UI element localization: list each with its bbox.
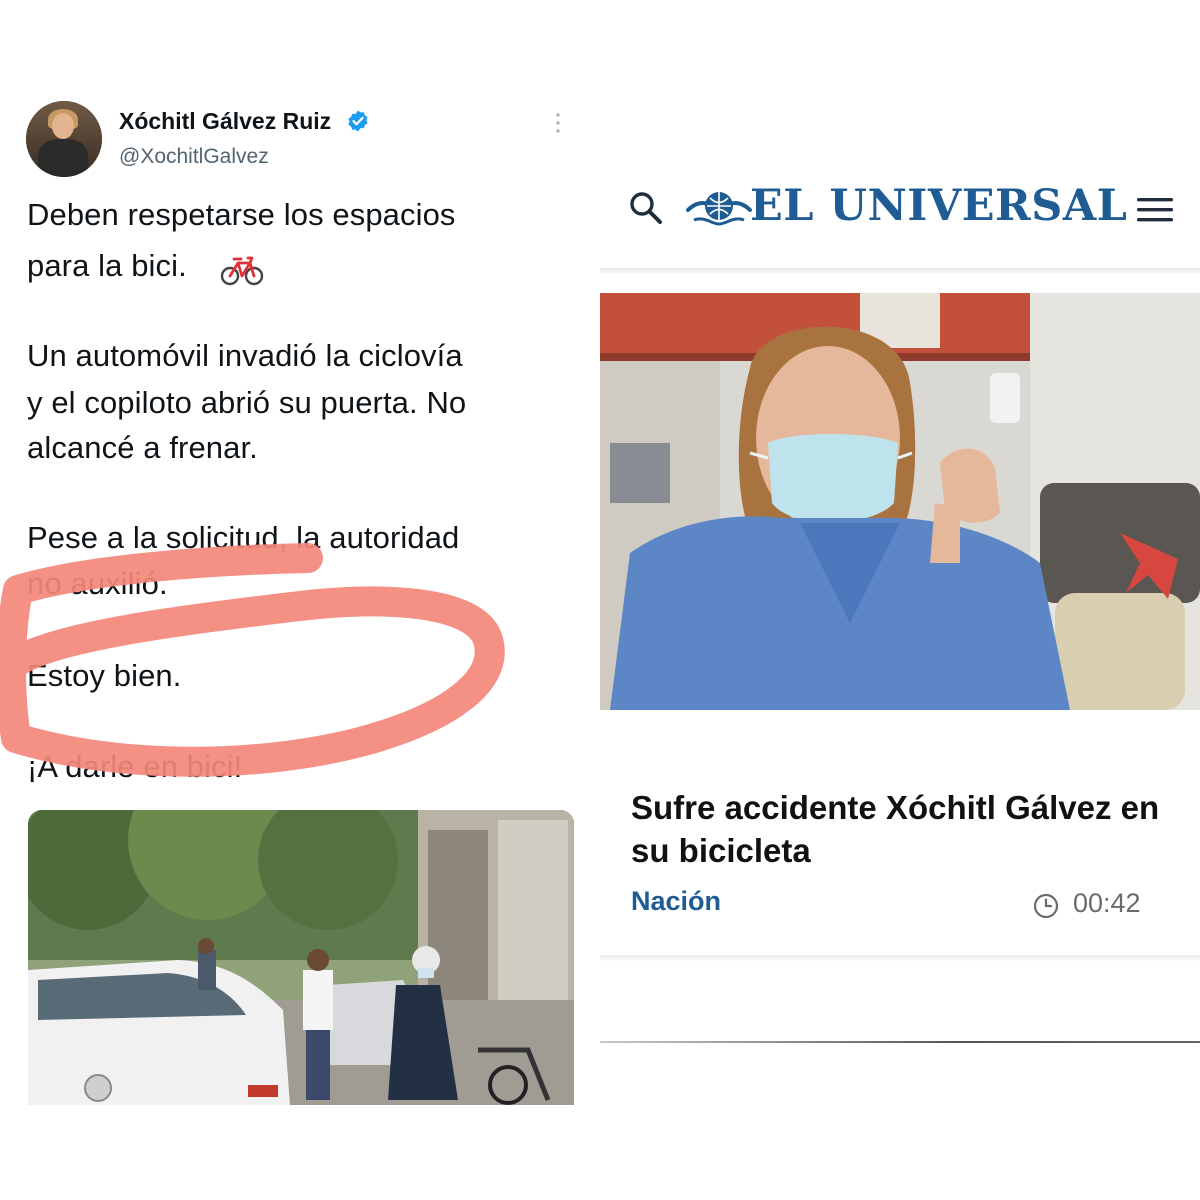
hospital-scene-image xyxy=(600,293,1200,710)
avatar[interactable] xyxy=(26,101,102,177)
more-options-icon[interactable] xyxy=(554,112,562,134)
header-divider xyxy=(600,268,1200,273)
card-divider xyxy=(600,955,1200,961)
tweet-card: Xóchitl Gálvez Ruiz @XochitlGalvez Deben… xyxy=(0,0,600,1200)
tweet-text-line: Deben respetarse los espacios xyxy=(27,197,456,232)
article-headline[interactable]: Sufre accidente Xóchitl Gálvez en su bic… xyxy=(631,786,1191,872)
tweet-text-line: Estoy bien. xyxy=(27,658,182,693)
hamburger-menu-icon[interactable] xyxy=(1137,196,1173,224)
article-photo[interactable] xyxy=(600,293,1200,710)
tweet-text-line: no auxilió. xyxy=(27,566,168,601)
brand-logo-text[interactable]: EL UNIVERSAL xyxy=(750,181,1127,231)
user-handle[interactable]: @XochitlGalvez xyxy=(119,145,269,169)
clock-icon xyxy=(1033,893,1059,919)
bicycle-icon xyxy=(220,256,264,286)
section-link[interactable]: Nación xyxy=(631,886,721,917)
news-article-card: EL UNIVERSAL Sufre accidente Xóchitl Gál… xyxy=(600,0,1200,1200)
tweet-text-line: Un automóvil invadió la ciclovía xyxy=(27,338,463,373)
tweet-text-line: para la bici. xyxy=(27,248,187,283)
eagle-globe-logo-icon[interactable] xyxy=(686,184,752,230)
search-icon[interactable] xyxy=(628,190,664,226)
tweet-text-line: alcancé a frenar. xyxy=(27,430,258,465)
bottom-divider xyxy=(600,1041,1200,1043)
street-scene-image xyxy=(28,810,574,1105)
tweet-photo[interactable] xyxy=(28,810,574,1105)
verified-badge-icon xyxy=(348,110,368,132)
tweet-text-line: ¡A darle en bici! xyxy=(27,749,243,784)
tweet-text-line: y el copiloto abrió su puerta. No xyxy=(27,385,467,420)
video-duration: 00:42 xyxy=(1073,888,1141,918)
display-name[interactable]: Xóchitl Gálvez Ruiz xyxy=(119,108,331,135)
tweet-text-line: Pese a la solicitud, la autoridad xyxy=(27,520,460,555)
